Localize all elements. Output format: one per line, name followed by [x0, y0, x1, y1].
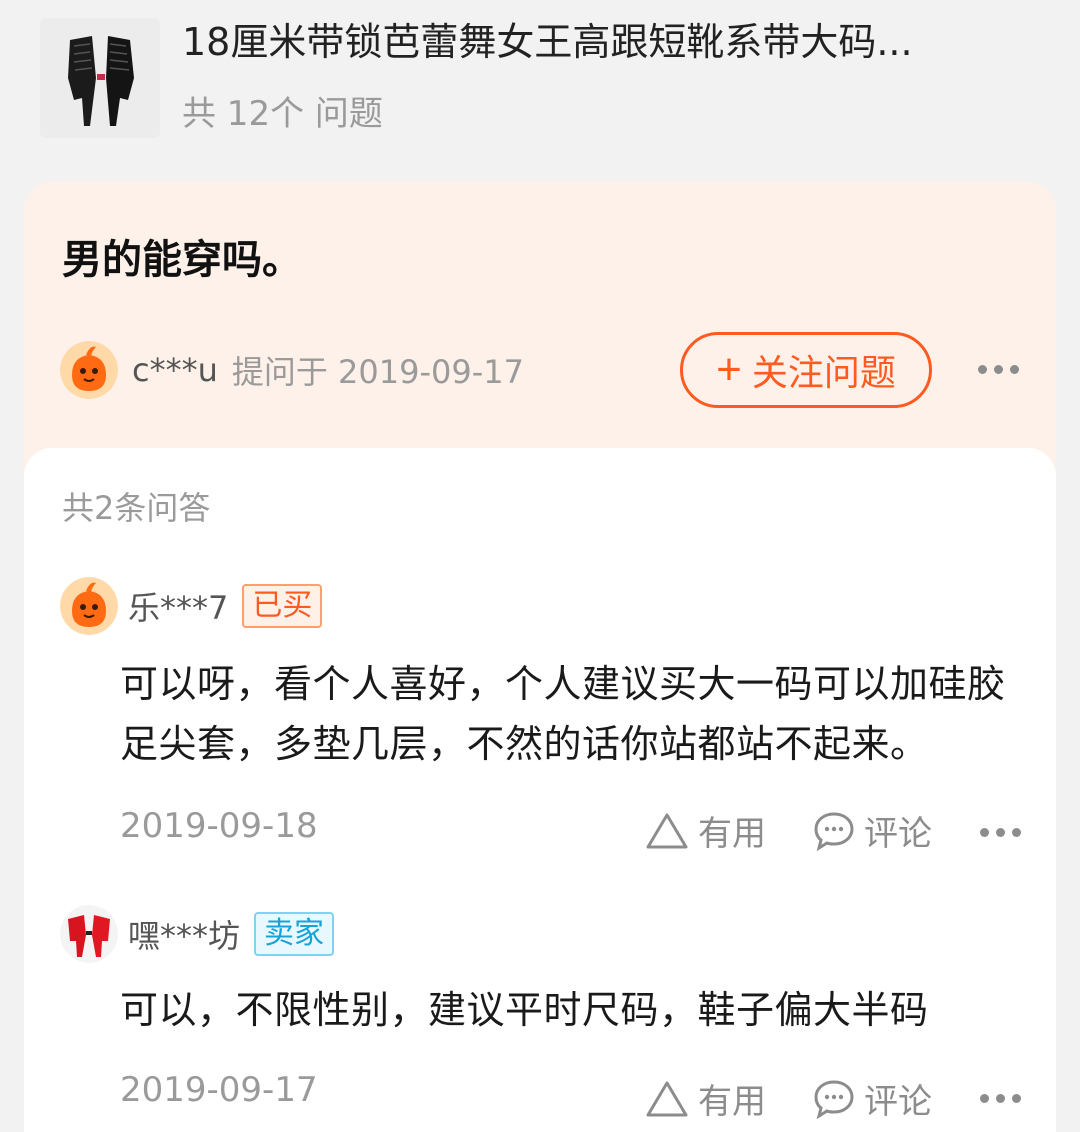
plus-icon: + — [716, 345, 742, 394]
asker-info: c***u 提问于 2019-09-17 — [60, 340, 524, 400]
product-title[interactable]: 18厘米带锁芭蕾舞女王高跟短靴系带大码... — [182, 18, 1042, 66]
useful-button[interactable]: 有用 — [644, 806, 766, 855]
follow-question-button[interactable]: + 关注问题 — [680, 332, 932, 408]
avatar[interactable] — [60, 905, 118, 963]
follow-question-label: 关注问题 — [751, 352, 896, 393]
avatar[interactable] — [60, 341, 118, 399]
more-options-icon[interactable] — [980, 828, 1021, 837]
mascot-avatar-icon — [60, 341, 118, 399]
triangle-up-icon — [646, 813, 688, 848]
answerer-name[interactable]: 乐***7 — [128, 583, 228, 629]
buyer-badge: 已买 — [242, 584, 323, 628]
asker-name[interactable]: c***u — [132, 351, 218, 389]
product-thumbnail[interactable] — [40, 18, 160, 138]
comment-label: 评论 — [864, 814, 932, 854]
answer-text: 可以，不限性别，建议平时尺码，鞋子偏大半码 — [120, 988, 929, 1032]
question-title: 男的能穿吗。 — [62, 237, 302, 283]
question-card: 男的能穿吗。 c***u 提问于 2019-09-17 + 关注问题 — [24, 182, 1056, 472]
comment-bubble-icon — [814, 811, 854, 851]
more-options-icon[interactable] — [980, 1094, 1021, 1103]
comment-label: 评论 — [864, 1082, 932, 1122]
useful-button[interactable]: 有用 — [644, 1074, 766, 1123]
answerer-info: 乐***7 已买 — [60, 576, 323, 636]
seller-badge: 卖家 — [254, 912, 335, 956]
product-header[interactable]: 18厘米带锁芭蕾舞女王高跟短靴系带大码... 共 12个 问题 — [0, 0, 1080, 180]
triangle-up-icon — [646, 1081, 688, 1116]
question-count: 共 12个 问题 — [182, 94, 383, 134]
answerer-info: 嘿***坊 卖家 — [60, 904, 335, 964]
comment-button[interactable]: 评论 — [812, 806, 932, 855]
more-options-icon[interactable] — [978, 365, 1019, 374]
useful-label: 有用 — [698, 814, 766, 854]
comment-button[interactable]: 评论 — [812, 1074, 932, 1123]
useful-label: 有用 — [698, 1082, 766, 1122]
answerer-name[interactable]: 嘿***坊 — [128, 911, 240, 957]
asked-date: 提问于 2019-09-17 — [231, 353, 525, 391]
mascot-avatar-icon — [60, 577, 118, 635]
answer-date: 2019-09-18 — [120, 806, 318, 846]
answers-count: 共2条问答 — [62, 489, 211, 527]
qa-page: 18厘米带锁芭蕾舞女王高跟短靴系带大码... 共 12个 问题 男的能穿吗。 c… — [0, 0, 1080, 1132]
boots-image-icon — [40, 18, 160, 138]
answers-panel: 共2条问答 乐***7 已买 可以呀，看个人喜好，个人建议买大一码可以加硅胶足尖… — [24, 448, 1056, 1132]
answer-text: 可以呀，看个人喜好，个人建议买大一码可以加硅胶足尖套，多垫几层，不然的话你站都站… — [120, 662, 1006, 766]
avatar[interactable] — [60, 577, 118, 635]
red-boots-avatar-icon — [60, 905, 118, 963]
answer-date: 2019-09-17 — [120, 1070, 318, 1110]
comment-bubble-icon — [814, 1079, 854, 1119]
